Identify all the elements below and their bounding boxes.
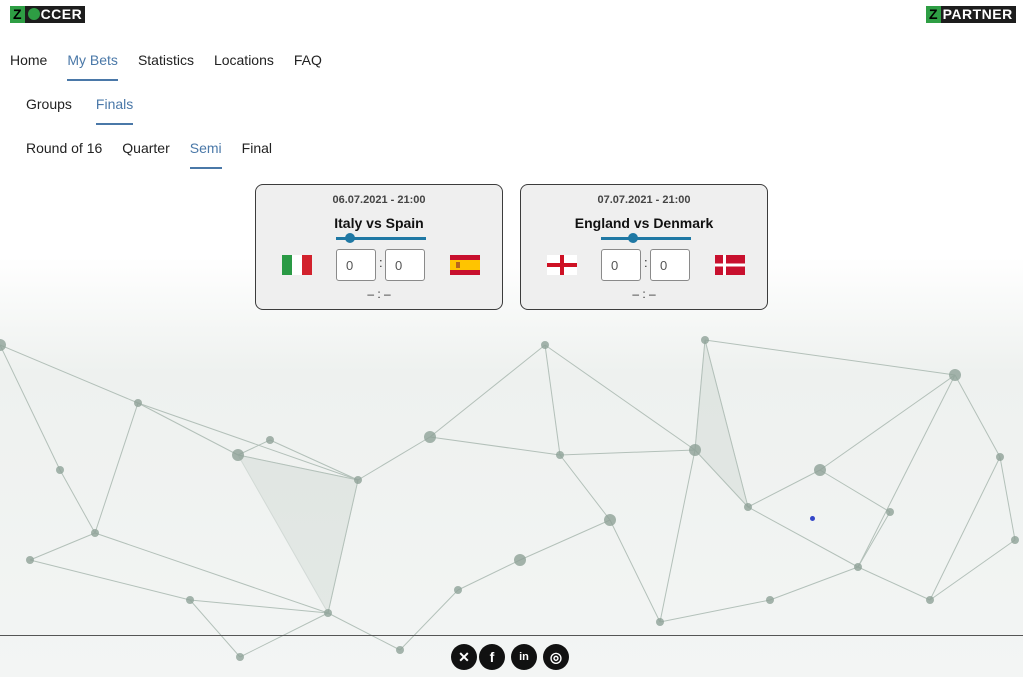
slider-handle[interactable] xyxy=(627,233,638,243)
bet-slider[interactable] xyxy=(336,233,426,243)
instagram-icon[interactable]: ◎ xyxy=(543,644,569,670)
tab-final[interactable]: Final xyxy=(242,140,272,156)
england-flag-icon xyxy=(547,255,577,275)
home-score-input[interactable] xyxy=(601,249,641,281)
match-result: – : – xyxy=(367,287,391,301)
zoccer-logo[interactable]: Z CCER xyxy=(10,6,86,23)
slider-handle[interactable] xyxy=(344,233,355,243)
denmark-flag-icon xyxy=(715,255,745,275)
bet-slider[interactable] xyxy=(601,233,691,243)
tab-quarter[interactable]: Quarter xyxy=(122,140,169,156)
match-card-italy-spain: 06.07.2021 - 21:00 Italy vs Spain : – : … xyxy=(255,184,503,310)
away-score-input[interactable] xyxy=(385,249,425,281)
match-result: – : – xyxy=(632,287,656,301)
nav-faq[interactable]: FAQ xyxy=(294,52,322,68)
nav-home[interactable]: Home xyxy=(10,52,47,68)
soccer-ball-icon xyxy=(27,8,40,20)
tab-groups[interactable]: Groups xyxy=(26,96,72,112)
tab-round-of-16[interactable]: Round of 16 xyxy=(26,140,102,156)
nav-my-bets[interactable]: My Bets xyxy=(67,52,118,81)
nav-statistics[interactable]: Statistics xyxy=(138,52,194,68)
xing-icon[interactable]: ✕ xyxy=(451,644,477,670)
score-separator: : xyxy=(379,255,383,270)
match-teams: England vs Denmark xyxy=(574,215,714,231)
away-score-input[interactable] xyxy=(650,249,690,281)
match-date: 06.07.2021 - 21:00 xyxy=(332,194,426,206)
match-date: 07.07.2021 - 21:00 xyxy=(597,194,691,206)
home-score-input[interactable] xyxy=(336,249,376,281)
match-card-england-denmark: 07.07.2021 - 21:00 England vs Denmark : … xyxy=(520,184,768,310)
logo-z: Z xyxy=(10,6,25,23)
zpartner-logo[interactable]: Z PARTNER xyxy=(926,6,1016,23)
stage-nav: Groups Finals xyxy=(26,96,157,125)
cursor-dot xyxy=(810,516,815,521)
facebook-icon[interactable]: f xyxy=(479,644,505,670)
tab-finals[interactable]: Finals xyxy=(95,96,134,125)
tab-semi[interactable]: Semi xyxy=(189,140,222,169)
round-nav: Round of 16 Quarter Semi Final xyxy=(26,140,292,169)
score-separator: : xyxy=(644,255,648,270)
spain-flag-icon xyxy=(450,255,480,275)
main-nav: Home My Bets Statistics Locations FAQ xyxy=(10,52,342,81)
footer-divider xyxy=(0,635,1023,636)
nav-locations[interactable]: Locations xyxy=(214,52,274,68)
match-teams: Italy vs Spain xyxy=(334,215,424,231)
linkedin-icon[interactable]: in xyxy=(511,644,537,670)
italy-flag-icon xyxy=(282,255,312,275)
logo-z: Z xyxy=(926,6,941,23)
